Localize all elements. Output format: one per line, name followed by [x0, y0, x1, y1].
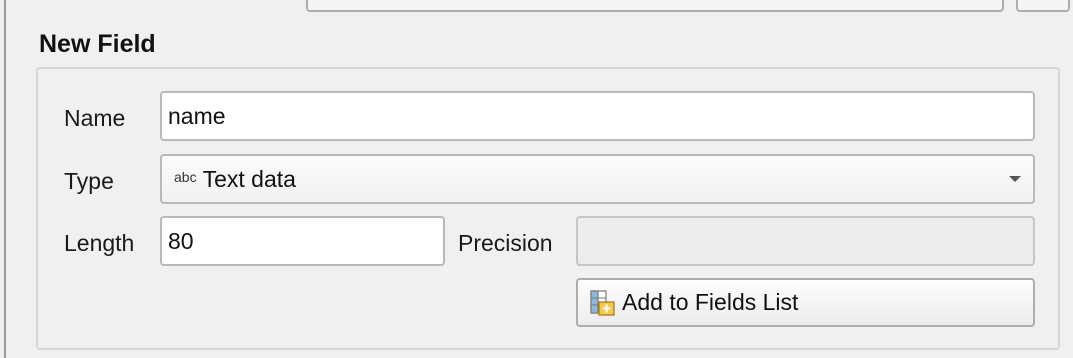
text-type-icon: abc	[174, 169, 197, 185]
precision-input[interactable]	[576, 216, 1035, 266]
name-input[interactable]: name	[160, 91, 1035, 141]
length-label: Length	[64, 230, 135, 256]
add-button-label: Add to Fields List	[622, 289, 799, 315]
length-input-value: 80	[168, 227, 194, 254]
length-input[interactable]: 80	[160, 216, 445, 266]
name-label: Name	[64, 105, 126, 131]
window-left-edge	[0, 0, 6, 358]
chevron-down-icon[interactable]	[1009, 176, 1021, 182]
type-label: Type	[64, 168, 114, 194]
type-selected-value: Text data	[202, 165, 296, 192]
add-to-fields-list-button[interactable]: Add to Fields List	[576, 278, 1035, 327]
name-input-value: name	[168, 102, 226, 129]
add-field-table-icon	[590, 289, 616, 317]
precision-label: Precision	[458, 230, 553, 256]
group-title: New Field	[39, 30, 156, 58]
top-cut-off-field[interactable]	[306, 0, 1004, 12]
top-cut-off-button[interactable]	[1016, 0, 1070, 12]
type-combobox[interactable]: abc Text data	[160, 154, 1035, 204]
